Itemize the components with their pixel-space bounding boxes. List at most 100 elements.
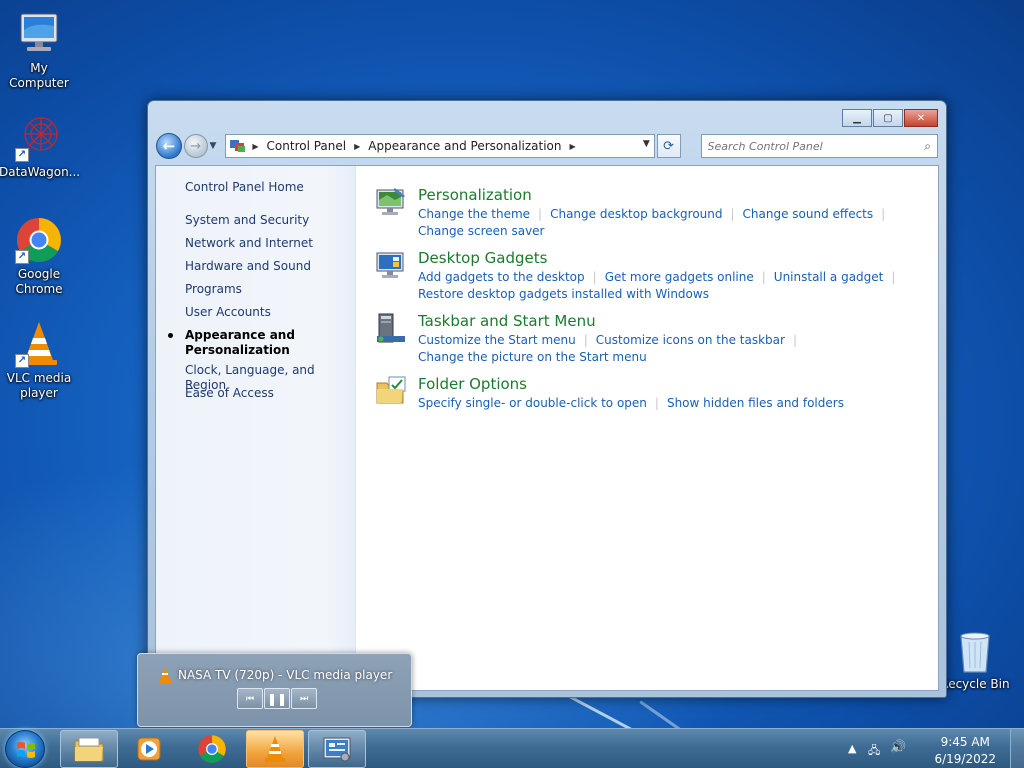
vlc-preview-controls: ⏮ ❚❚ ⏭ [237, 688, 318, 709]
forward-button[interactable]: → [183, 134, 208, 158]
add-gadgets-link[interactable]: Add gadgets to the desktop [418, 270, 585, 284]
search-box: ⌕ [700, 134, 939, 158]
volume-icon[interactable]: 🔊 [890, 740, 906, 755]
taskbar-control-panel-button[interactable] [308, 730, 366, 768]
desktop-icon-label: VLC media player [6, 371, 72, 400]
nav-programs[interactable]: Programs [185, 282, 242, 297]
change-start-menu-picture-link[interactable]: Change the picture on the Start menu [418, 350, 647, 364]
previous-track-button[interactable]: ⏮ [237, 688, 263, 709]
nav-hardware-sound[interactable]: Hardware and Sound [185, 259, 311, 274]
maximize-button[interactable]: ▢ [873, 109, 903, 127]
back-arrow-icon: ← [162, 137, 176, 155]
vlc-preview-title: NASA TV (720p) - VLC media player [178, 668, 393, 682]
desktop-icon-datawagon[interactable]: ↗ DataWagon... [0, 114, 81, 180]
nav-system-security[interactable]: System and Security [185, 213, 309, 228]
next-track-button[interactable]: ⏭ [291, 688, 317, 709]
search-input[interactable] [707, 139, 925, 153]
start-button[interactable] [5, 730, 45, 768]
chrome-icon [198, 735, 226, 763]
control-panel-home-link[interactable]: Control Panel Home [185, 180, 304, 195]
minimize-icon: ▁ [853, 112, 861, 124]
pause-button[interactable]: ❚❚ [264, 688, 290, 709]
customize-taskbar-icons-link[interactable]: Customize icons on the taskbar [596, 333, 785, 347]
desktop-gadgets-title[interactable]: Desktop Gadgets [418, 249, 547, 267]
control-panel-icon [230, 140, 246, 152]
clock[interactable]: 9:45 AM 6/19/2022 [934, 734, 996, 768]
vlc-thumbnail-preview[interactable]: NASA TV (720p) - VLC media player ⏮ ❚❚ ⏭ [137, 653, 412, 727]
desktop-icon-vlc[interactable]: ↗ VLC media player [0, 320, 79, 401]
network-icon[interactable]: 🖧 [868, 742, 880, 761]
minimize-button[interactable]: ▁ [842, 109, 872, 127]
desktop-icon-recycle-bin[interactable]: Recycle Bin [935, 630, 1015, 692]
change-theme-link[interactable]: Change the theme [418, 207, 530, 221]
taskbar-media-player-button[interactable] [120, 730, 178, 768]
customize-start-menu-link[interactable]: Customize the Start menu [418, 333, 576, 347]
breadcrumb-separator-icon[interactable]: ▶ [354, 142, 360, 151]
personalization-title[interactable]: Personalization [418, 186, 532, 204]
get-more-gadgets-link[interactable]: Get more gadgets online [605, 270, 754, 284]
show-desktop-button[interactable] [1010, 729, 1024, 768]
current-item-bullet [168, 333, 173, 338]
breadcrumb-appearance[interactable]: Appearance and Personalization [368, 139, 561, 153]
shortcut-arrow-icon: ↗ [15, 148, 29, 162]
breadcrumb-control-panel[interactable]: Control Panel [267, 139, 347, 153]
single-double-click-link[interactable]: Specify single- or double-click to open [418, 396, 647, 410]
nav-network-internet[interactable]: Network and Internet [185, 236, 313, 251]
control-panel-window: ▁ ▢ ✕ ← → ▼ ▶ Control Panel ▶ Appearance… [147, 100, 947, 698]
change-desktop-background-link[interactable]: Change desktop background [550, 207, 722, 221]
desktop-icon-label: Recycle Bin [940, 677, 1010, 691]
nav-ease-of-access[interactable]: Ease of Access [185, 386, 274, 401]
link-separator: | [730, 207, 735, 221]
search-icon[interactable]: ⌕ [924, 139, 931, 154]
taskbar-vlc-button[interactable] [246, 730, 304, 768]
desktop-gadgets-links: Add gadgets to the desktop | Get more gadg… [418, 269, 895, 303]
nav-user-accounts[interactable]: User Accounts [185, 305, 271, 320]
restore-gadgets-link[interactable]: Restore desktop gadgets installed with W… [418, 287, 709, 301]
link-separator: | [583, 333, 588, 347]
control-panel-icon [323, 737, 351, 762]
clock-date: 6/19/2022 [934, 752, 996, 766]
datawagon-icon: ↗ [15, 114, 63, 162]
uninstall-gadget-link[interactable]: Uninstall a gadget [774, 270, 884, 284]
content-area: Control Panel Home System and Security N… [155, 165, 939, 691]
navigation-bar: ← → ▼ ▶ Control Panel ▶ Appearance and P… [156, 132, 939, 160]
taskbar-icon [377, 313, 405, 343]
address-dropdown-icon[interactable]: ▼ [643, 139, 650, 149]
system-tray: ▲ 🖧 🔊 9:45 AM 6/19/2022 [824, 729, 1024, 768]
desktop-icon-label: Google Chrome [15, 267, 63, 296]
vlc-small-icon [159, 667, 171, 683]
address-bar[interactable]: ▶ Control Panel ▶ Appearance and Persona… [225, 134, 655, 158]
computer-icon [15, 10, 63, 58]
breadcrumb-separator-icon[interactable]: ▶ [570, 142, 576, 151]
refresh-button[interactable]: ⟳ [656, 134, 681, 158]
left-navigation-pane: Control Panel Home System and Security N… [156, 166, 356, 690]
recent-pages-dropdown[interactable]: ▼ [210, 141, 222, 151]
close-icon: ✕ [916, 112, 926, 124]
personalization-icon [376, 188, 405, 215]
vlc-icon: ↗ [15, 320, 63, 368]
desktop-icon-google-chrome[interactable]: ↗ Google Chrome [0, 216, 79, 297]
show-hidden-files-link[interactable]: Show hidden files and folders [667, 396, 844, 410]
change-sound-effects-link[interactable]: Change sound effects [743, 207, 874, 221]
back-button[interactable]: ← [156, 133, 182, 159]
vlc-icon [265, 736, 285, 762]
taskbar-explorer-button[interactable] [60, 730, 118, 768]
desktop-icon-label: DataWagon... [0, 165, 81, 179]
folder-options-title[interactable]: Folder Options [418, 375, 527, 393]
personalization-links: Change the theme | Change desktop backgrou… [418, 206, 885, 240]
breadcrumb-separator-icon[interactable]: ▶ [252, 142, 258, 151]
taskbar-chrome-button[interactable] [183, 730, 241, 768]
window-controls: ▁ ▢ ✕ [841, 109, 938, 127]
previous-icon: ⏮ [245, 693, 255, 704]
change-screen-saver-link[interactable]: Change screen saver [418, 224, 545, 238]
folder-icon [74, 737, 104, 762]
link-separator: | [761, 270, 766, 284]
link-separator: | [654, 396, 659, 410]
nav-appearance-personalization[interactable]: Appearance and Personalization [185, 328, 335, 358]
show-hidden-icons-button[interactable]: ▲ [848, 742, 856, 755]
taskbar-start-menu-title[interactable]: Taskbar and Start Menu [418, 312, 596, 330]
close-button[interactable]: ✕ [904, 109, 938, 127]
link-separator: | [538, 207, 543, 221]
desktop-icon-my-computer[interactable]: My Computer [0, 10, 79, 91]
maximize-icon: ▢ [883, 112, 893, 124]
